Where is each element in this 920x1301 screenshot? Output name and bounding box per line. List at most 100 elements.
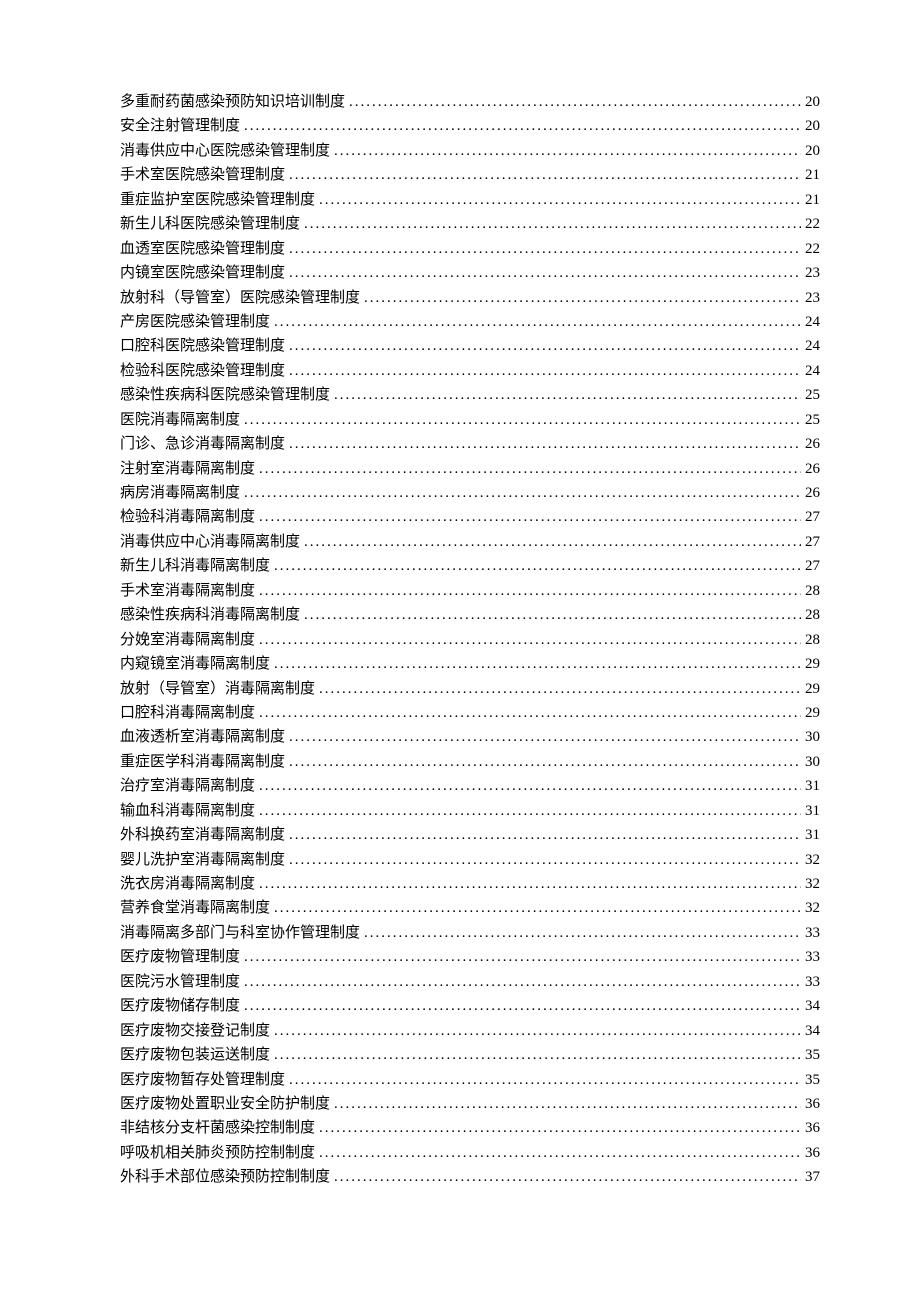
toc-entry-title: 多重耐药菌感染预防知识培训制度 bbox=[120, 90, 345, 114]
toc-leader-dots bbox=[364, 921, 801, 945]
toc-entry-page: 24 bbox=[805, 359, 820, 383]
toc-entry: 重症监护室医院感染管理制度21 bbox=[120, 188, 820, 212]
toc-entry: 输血科消毒隔离制度31 bbox=[120, 799, 820, 823]
toc-leader-dots bbox=[304, 530, 801, 554]
toc-leader-dots bbox=[259, 872, 801, 896]
toc-entry-page: 36 bbox=[805, 1092, 820, 1116]
toc-leader-dots bbox=[289, 750, 801, 774]
toc-leader-dots bbox=[289, 237, 801, 261]
toc-entry-title: 外科换药室消毒隔离制度 bbox=[120, 823, 285, 847]
toc-leader-dots bbox=[244, 114, 801, 138]
toc-entry-page: 37 bbox=[805, 1165, 820, 1189]
toc-entry-page: 25 bbox=[805, 383, 820, 407]
toc-entry-page: 20 bbox=[805, 90, 820, 114]
toc-entry-page: 35 bbox=[805, 1068, 820, 1092]
toc-entry-page: 22 bbox=[805, 212, 820, 236]
toc-entry-title: 检验科消毒隔离制度 bbox=[120, 505, 255, 529]
toc-entry-page: 28 bbox=[805, 579, 820, 603]
toc-entry: 治疗室消毒隔离制度31 bbox=[120, 774, 820, 798]
toc-entry-title: 医疗废物储存制度 bbox=[120, 994, 240, 1018]
toc-leader-dots bbox=[259, 628, 801, 652]
toc-entry: 病房消毒隔离制度26 bbox=[120, 481, 820, 505]
toc-entry: 重症医学科消毒隔离制度30 bbox=[120, 750, 820, 774]
toc-entry-title: 手术室消毒隔离制度 bbox=[120, 579, 255, 603]
toc-entry: 放射（导管室）消毒隔离制度29 bbox=[120, 677, 820, 701]
toc-entry-page: 22 bbox=[805, 237, 820, 261]
toc-entry-title: 消毒供应中心消毒隔离制度 bbox=[120, 530, 300, 554]
toc-leader-dots bbox=[289, 725, 801, 749]
toc-entry-title: 产房医院感染管理制度 bbox=[120, 310, 270, 334]
toc-entry-page: 24 bbox=[805, 334, 820, 358]
toc-entry: 外科手术部位感染预防控制制度 37 bbox=[120, 1165, 820, 1189]
toc-entry-title: 口腔科医院感染管理制度 bbox=[120, 334, 285, 358]
toc-entry-title: 重症监护室医院感染管理制度 bbox=[120, 188, 315, 212]
toc-entry: 洗衣房消毒隔离制度32 bbox=[120, 872, 820, 896]
toc-leader-dots bbox=[274, 310, 801, 334]
toc-entry-title: 洗衣房消毒隔离制度 bbox=[120, 872, 255, 896]
toc-entry-title: 外科手术部位感染预防控制制度 bbox=[120, 1165, 330, 1189]
toc-entry-title: 医院消毒隔离制度 bbox=[120, 408, 240, 432]
toc-entry-page: 23 bbox=[805, 286, 820, 310]
toc-entry-title: 分娩室消毒隔离制度 bbox=[120, 628, 255, 652]
toc-entry: 内镜室医院感染管理制度23 bbox=[120, 261, 820, 285]
toc-entry: 放射科（导管室）医院感染管理制度 23 bbox=[120, 286, 820, 310]
toc-leader-dots bbox=[289, 848, 801, 872]
toc-entry: 内窥镜室消毒隔离制度29 bbox=[120, 652, 820, 676]
toc-leader-dots bbox=[289, 334, 801, 358]
toc-entry: 营养食堂消毒隔离制度32 bbox=[120, 896, 820, 920]
toc-entry-title: 病房消毒隔离制度 bbox=[120, 481, 240, 505]
toc-entry: 血透室医院感染管理制度 22 bbox=[120, 237, 820, 261]
toc-entry: 感染性疾病科消毒隔离制度28 bbox=[120, 603, 820, 627]
toc-entry: 新生儿科医院感染管理制度22 bbox=[120, 212, 820, 236]
toc-leader-dots bbox=[259, 701, 801, 725]
toc-entry-page: 34 bbox=[805, 994, 820, 1018]
toc-entry-title: 检验科医院感染管理制度 bbox=[120, 359, 285, 383]
toc-entry-page: 34 bbox=[805, 1019, 820, 1043]
toc-entry: 婴儿洗护室消毒隔离制度32 bbox=[120, 848, 820, 872]
toc-entry: 非结核分支杆菌感染控制制度36 bbox=[120, 1116, 820, 1140]
toc-entry-title: 内窥镜室消毒隔离制度 bbox=[120, 652, 270, 676]
toc-leader-dots bbox=[334, 1165, 801, 1189]
toc-leader-dots bbox=[244, 970, 801, 994]
toc-entry-title: 医疗废物管理制度 bbox=[120, 945, 240, 969]
toc-leader-dots bbox=[304, 603, 801, 627]
toc-entry-page: 26 bbox=[805, 457, 820, 481]
toc-entry-title: 血液透析室消毒隔离制度 bbox=[120, 725, 285, 749]
toc-entry: 门诊、急诊消毒隔离制度26 bbox=[120, 432, 820, 456]
toc-entry-page: 27 bbox=[805, 530, 820, 554]
toc-entry: 手术室医院感染管理制度21 bbox=[120, 163, 820, 187]
toc-leader-dots bbox=[244, 994, 801, 1018]
toc-entry-title: 放射（导管室）消毒隔离制度 bbox=[120, 677, 315, 701]
toc-entry: 消毒隔离多部门与科室协作管理制度33 bbox=[120, 921, 820, 945]
toc-leader-dots bbox=[289, 432, 801, 456]
toc-leader-dots bbox=[364, 286, 801, 310]
toc-entry-title: 感染性疾病科医院感染管理制度 bbox=[120, 383, 330, 407]
toc-entry-title: 放射科（导管室）医院感染管理制度 bbox=[120, 286, 360, 310]
toc-leader-dots bbox=[274, 896, 801, 920]
toc-entry-page: 29 bbox=[805, 701, 820, 725]
toc-entry: 医疗废物处置职业安全防护制度36 bbox=[120, 1092, 820, 1116]
toc-leader-dots bbox=[259, 505, 801, 529]
toc-entry-page: 23 bbox=[805, 261, 820, 285]
toc-leader-dots bbox=[244, 408, 801, 432]
toc-entry-title: 血透室医院感染管理制度 bbox=[120, 237, 285, 261]
toc-entry-title: 医疗废物交接登记制度 bbox=[120, 1019, 270, 1043]
toc-entry-title: 门诊、急诊消毒隔离制度 bbox=[120, 432, 285, 456]
toc-entry-page: 33 bbox=[805, 945, 820, 969]
toc-leader-dots bbox=[349, 90, 801, 114]
toc-entry-page: 28 bbox=[805, 603, 820, 627]
toc-leader-dots bbox=[259, 457, 801, 481]
toc-leader-dots bbox=[259, 774, 801, 798]
toc-entry: 医疗废物暂存处管理制度 35 bbox=[120, 1068, 820, 1092]
toc-entry-title: 医疗废物暂存处管理制度 bbox=[120, 1068, 285, 1092]
toc-leader-dots bbox=[319, 1141, 801, 1165]
toc-leader-dots bbox=[334, 139, 801, 163]
toc-leader-dots bbox=[334, 383, 801, 407]
toc-entry-page: 33 bbox=[805, 921, 820, 945]
toc-leader-dots bbox=[289, 359, 801, 383]
toc-entry: 医疗废物包装运送制度35 bbox=[120, 1043, 820, 1067]
toc-entry: 消毒供应中心消毒隔离制度 27 bbox=[120, 530, 820, 554]
toc-entry-title: 重症医学科消毒隔离制度 bbox=[120, 750, 285, 774]
toc-entry-page: 36 bbox=[805, 1116, 820, 1140]
toc-entry: 分娩室消毒隔离制度28 bbox=[120, 628, 820, 652]
